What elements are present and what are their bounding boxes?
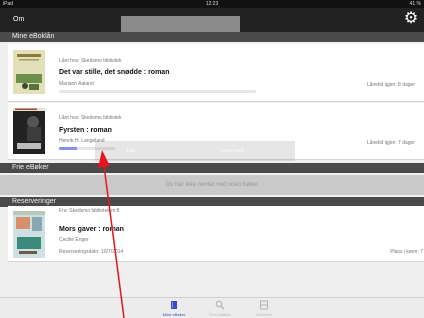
tab-label: Mine eBøker (162, 312, 186, 317)
om-button[interactable]: Om (13, 16, 24, 23)
lender-label: Lånt hos: Skedsmo bibliotek (59, 58, 122, 64)
loan-row[interactable]: Lånt hos: Skedsmo bibliotek Det var stil… (8, 44, 424, 102)
battery-indicator: 41 % (409, 1, 421, 7)
reading-progress-fill (59, 147, 77, 150)
tab-finn-eboker[interactable]: Finn eBøker (196, 299, 244, 318)
queue-position: Plass i køen: 7 (390, 249, 423, 255)
archive-icon (259, 300, 269, 310)
book-cover-image (13, 211, 45, 258)
tab-arkiverte[interactable]: Arkiverte (240, 299, 288, 318)
status-bar: iPad 12:23 41 % (0, 0, 424, 8)
book-title: Det var stille, det snødde : roman (59, 69, 170, 76)
reservation-date: Reserveringsdato: 10/7/2014 (59, 249, 124, 255)
book-author: Mariann Aaland (59, 81, 94, 87)
reservation-row[interactable]: Fra: Skedsmo bibliotek m.fl Mors gaver :… (8, 206, 424, 262)
section-header-frie: Frie eBøker (0, 163, 424, 173)
search-icon (215, 300, 225, 310)
loan-time-left: Lånetid igjen: 8 dager (366, 82, 415, 88)
reading-progress (59, 90, 256, 93)
reservation-library: Fra: Skedsmo bibliotek m.fl (59, 208, 120, 214)
lender-label: Lånt hos: Skedsmo bibliotek (59, 115, 122, 121)
tab-label: Arkiverte (256, 312, 272, 317)
empty-free-books-message: Du har ikke hentet ned noen bøker (0, 175, 424, 195)
loan-time-left: Lånetid igjen: 7 dager (366, 140, 415, 146)
downloading-label: Laster ned (220, 148, 244, 154)
tab-bar: Mine eBøker Finn eBøker Arkiverte (0, 297, 424, 318)
tab-label: Finn eBøker (209, 312, 231, 317)
tab-mine-eboker[interactable]: Mine eBøker (150, 299, 198, 318)
clock: 12:23 (205, 1, 219, 7)
gear-icon[interactable]: ⚙ (402, 10, 420, 28)
book-author: Cecilie Enger (59, 237, 89, 243)
book-cover-image (13, 108, 45, 154)
section-header-mine: Mine eBoklån (0, 32, 424, 42)
app-root: iPad 12:23 41 % Om ⚙ Mine eBoklån Lånt h… (0, 0, 424, 318)
download-status-overlay: Lås Laster ned (95, 141, 295, 161)
book-icon (169, 300, 179, 310)
lock-label: Lås (127, 148, 136, 154)
book-cover-image (13, 50, 45, 94)
nav-bar: Om ⚙ (0, 8, 424, 40)
book-title: Mors gaver : roman (59, 226, 124, 233)
book-title: Fyrsten : roman (59, 127, 112, 134)
